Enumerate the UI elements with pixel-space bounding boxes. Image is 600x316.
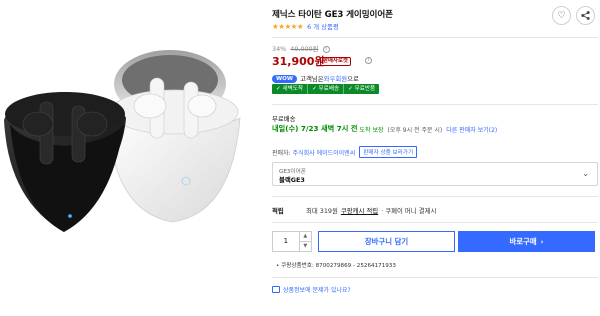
option-select[interactable]: GE3이어폰 블랙GE3 ⌄ bbox=[272, 162, 598, 186]
divider bbox=[272, 104, 598, 105]
product-info-panel: 제닉스 타이탄 GE3 게이밍이어폰 ★★★★★ 6 개 상품평 ♡ 34% 4… bbox=[272, 0, 600, 316]
coupang-cash-link[interactable]: 쿠팡캐시 적립 bbox=[341, 206, 378, 215]
divider bbox=[272, 37, 598, 38]
wow-membership-row: WOW 고객님은 와우회원 으로 bbox=[272, 74, 359, 83]
rocket-badge: 판매자로켓 bbox=[320, 57, 351, 66]
arrival-row: 내일(수) 7/23 새벽 7시 전 도착 보장 (오후 9시 전 주문 시) … bbox=[272, 124, 497, 134]
option-value: 블랙GE3 bbox=[279, 176, 305, 184]
rating-row: ★★★★★ 6 개 상품평 bbox=[272, 22, 339, 31]
points-label: 적립 bbox=[272, 207, 284, 215]
benefit-free-return: ✓ 무료반품 bbox=[348, 86, 376, 92]
chat-icon bbox=[272, 286, 280, 293]
seller-name-link[interactable]: 주식회사 에이드이이엔씨 bbox=[293, 148, 356, 157]
quantity-down-icon[interactable]: ▼ bbox=[300, 242, 311, 251]
star-rating: ★★★★★ bbox=[272, 22, 304, 31]
wow-badge: WOW bbox=[272, 74, 298, 83]
product-issue-label: 상품정보에 문제가 있나요? bbox=[283, 287, 351, 294]
share-icon bbox=[581, 11, 590, 20]
product-title: 제닉스 타이탄 GE3 게이밍이어폰 bbox=[272, 10, 393, 20]
seller-row: 판매자: 주식회사 에이드이이엔씨 판매자 상품 보러가기 bbox=[272, 146, 418, 158]
benefit-bar: ✓ 새벽도착 ✓ 무료배송 ✓ 무료반품 bbox=[272, 84, 380, 94]
seller-products-button[interactable]: 판매자 상품 보러가기 bbox=[359, 146, 418, 158]
points-row: 적립 최대 319원 쿠팡캐시 적립 · 쿠페이 머니 결제시 bbox=[272, 206, 436, 215]
share-button[interactable] bbox=[576, 6, 595, 25]
buy-now-button[interactable]: 바로구매 › bbox=[458, 231, 595, 252]
wow-text-prefix: 고객님은 bbox=[300, 75, 324, 83]
divider bbox=[272, 222, 598, 223]
quantity-stepper[interactable]: 1 ▲ ▼ bbox=[272, 231, 312, 252]
wow-text-highlight: 와우회원 bbox=[323, 75, 348, 83]
wow-text-suffix: 으로 bbox=[347, 75, 359, 83]
divider bbox=[272, 277, 598, 278]
points-suffix: · 쿠페이 머니 결제시 bbox=[381, 207, 437, 215]
product-image[interactable] bbox=[0, 0, 262, 316]
sale-price: 31,900원 bbox=[272, 55, 325, 68]
seller-label: 판매자: bbox=[272, 149, 291, 157]
wishlist-button[interactable]: ♡ bbox=[552, 6, 571, 25]
benefit-free-shipping: ✓ 무료배송 bbox=[308, 84, 345, 94]
other-sellers-link[interactable]: 다른 판매자 보기(2) bbox=[446, 125, 497, 134]
add-to-cart-button[interactable]: 장바구니 담기 bbox=[318, 231, 455, 252]
quantity-input[interactable]: 1 bbox=[273, 232, 300, 251]
chevron-right-icon: › bbox=[540, 237, 544, 246]
arrival-guarantee: 도착 보장 bbox=[359, 126, 384, 134]
chevron-down-icon: ⌄ bbox=[582, 169, 589, 178]
discount-rate: 34% bbox=[272, 45, 287, 53]
discount-row: 34% 49,000원 i bbox=[272, 44, 330, 53]
divider bbox=[272, 196, 598, 197]
product-issue-link[interactable]: 상품정보에 문제가 있나요? bbox=[272, 285, 351, 294]
order-cutoff: (오후 9시 전 주문 시) bbox=[387, 126, 443, 134]
option-category: GE3이어폰 bbox=[279, 169, 306, 175]
original-price: 49,000원 bbox=[290, 45, 319, 53]
quantity-arrows: ▲ ▼ bbox=[299, 232, 311, 251]
heart-icon: ♡ bbox=[557, 10, 566, 21]
review-count-link[interactable]: 6 개 상품평 bbox=[307, 22, 339, 31]
product-number: • 쿠팡상품번호: 8700279869 - 25264171933 bbox=[276, 263, 396, 269]
points-amount: 최대 319원 bbox=[306, 207, 338, 215]
arrival-date: 내일(수) 7/23 새벽 7시 전 bbox=[272, 124, 358, 133]
info-icon[interactable]: i bbox=[322, 45, 330, 53]
benefit-dawn-delivery: ✓ 새벽도착 bbox=[272, 84, 309, 94]
price-info-icon[interactable]: i bbox=[365, 57, 372, 64]
earbuds-image bbox=[4, 50, 241, 232]
buy-now-label: 바로구매 bbox=[509, 237, 537, 246]
quantity-up-icon[interactable]: ▲ bbox=[299, 232, 311, 242]
shipping-label: 무료배송 bbox=[272, 115, 296, 123]
